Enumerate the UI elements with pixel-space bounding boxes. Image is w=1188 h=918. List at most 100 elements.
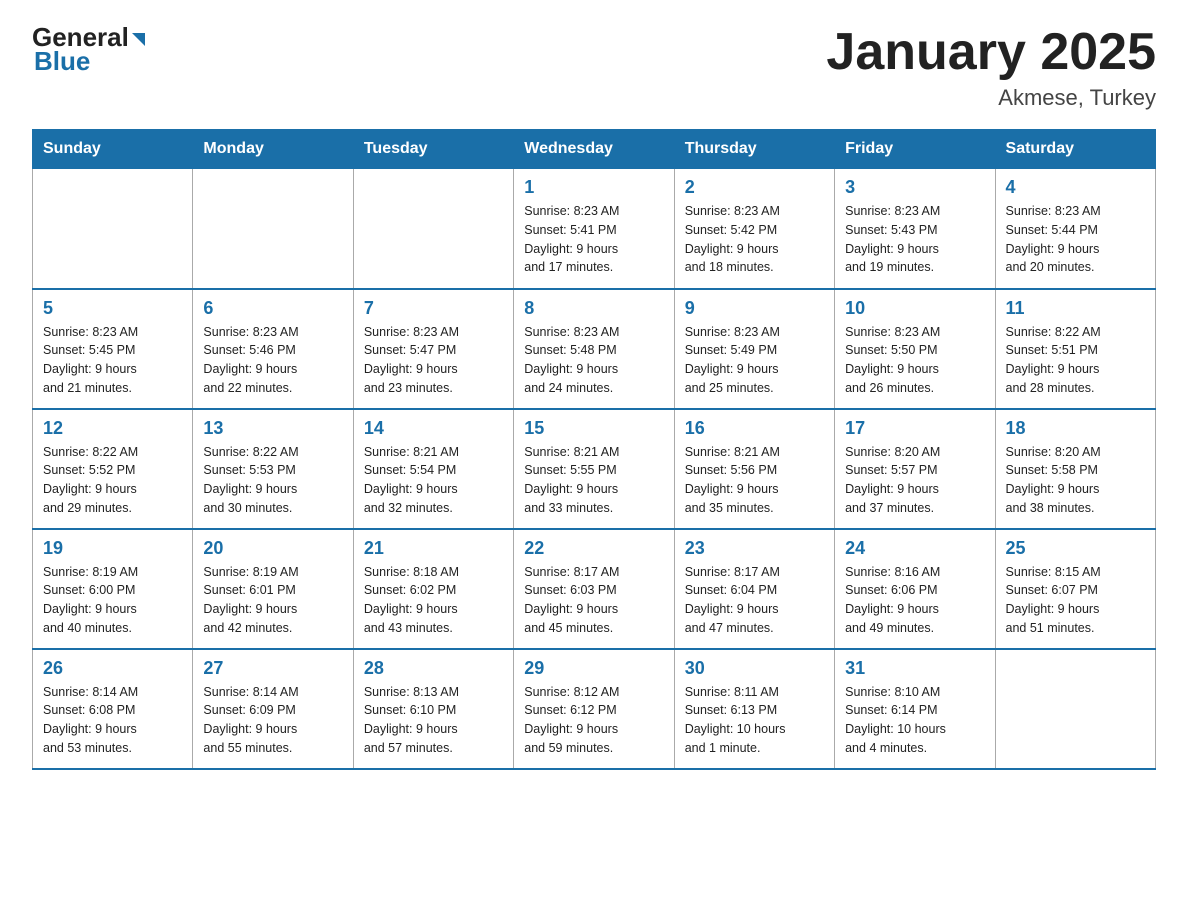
- day-info: Sunrise: 8:19 AMSunset: 6:00 PMDaylight:…: [43, 563, 184, 638]
- weekday-header-friday: Friday: [835, 130, 995, 169]
- logo-blue: Blue: [34, 46, 90, 77]
- logo-arrow-icon: [132, 33, 145, 46]
- calendar-cell: 20Sunrise: 8:19 AMSunset: 6:01 PMDayligh…: [193, 529, 353, 649]
- day-number: 18: [1006, 418, 1147, 439]
- day-number: 4: [1006, 177, 1147, 198]
- calendar-cell: 28 Sunrise: 8:13 AMSunset: 6:10 PMDayligh…: [353, 649, 513, 769]
- calendar-cell: 1 Sunrise: 8:23 AMSunset: 5:41 PMDaylight…: [514, 169, 674, 289]
- day-info: Sunrise: 8:21 AMSunset: 5:56 PMDaylight:…: [685, 443, 826, 518]
- calendar-cell: [995, 649, 1155, 769]
- page: General Blue January 2025 Akmese, Turkey…: [0, 0, 1188, 802]
- day-number: 6: [203, 298, 344, 319]
- calendar-cell: 3Sunrise: 8:23 AMSunset: 5:43 PMDaylight…: [835, 169, 995, 289]
- calendar-cell: 7Sunrise: 8:23 AMSunset: 5:47 PMDaylight…: [353, 289, 513, 409]
- day-number: 22: [524, 538, 665, 559]
- week-row-1: 1 Sunrise: 8:23 AMSunset: 5:41 PMDaylight…: [33, 169, 1156, 289]
- day-info: Sunrise: 8:12 AMSunset: 6:12 PMDaylight:…: [524, 683, 665, 758]
- calendar-cell: 30 Sunrise: 8:11 AMSunset: 6:13 PMDayligh…: [674, 649, 834, 769]
- day-number: 28: [364, 658, 505, 679]
- day-info: Sunrise: 8:23 AMSunset: 5:46 PMDaylight:…: [203, 323, 344, 398]
- day-info: Sunrise: 8:23 AMSunset: 5:44 PMDaylight:…: [1006, 202, 1147, 277]
- day-number: 14: [364, 418, 505, 439]
- day-number: 26: [43, 658, 184, 679]
- day-number: 19: [43, 538, 184, 559]
- day-number: 21: [364, 538, 505, 559]
- calendar-cell: 9Sunrise: 8:23 AMSunset: 5:49 PMDaylight…: [674, 289, 834, 409]
- weekday-header-wednesday: Wednesday: [514, 130, 674, 169]
- day-number: 24: [845, 538, 986, 559]
- calendar-cell: [193, 169, 353, 289]
- week-row-5: 26 Sunrise: 8:14 AMSunset: 6:08 PMDayligh…: [33, 649, 1156, 769]
- day-number: 23: [685, 538, 826, 559]
- week-row-2: 5Sunrise: 8:23 AMSunset: 5:45 PMDaylight…: [33, 289, 1156, 409]
- day-info: Sunrise: 8:17 AMSunset: 6:04 PMDaylight:…: [685, 563, 826, 638]
- weekday-header-thursday: Thursday: [674, 130, 834, 169]
- day-info: Sunrise: 8:22 AMSunset: 5:53 PMDaylight:…: [203, 443, 344, 518]
- day-number: 13: [203, 418, 344, 439]
- day-info: Sunrise: 8:19 AMSunset: 6:01 PMDaylight:…: [203, 563, 344, 638]
- calendar-cell: 11 Sunrise: 8:22 AMSunset: 5:51 PMDayligh…: [995, 289, 1155, 409]
- day-number: 11: [1006, 298, 1147, 319]
- logo: General Blue: [32, 24, 145, 77]
- calendar-cell: 6 Sunrise: 8:23 AMSunset: 5:46 PMDaylight…: [193, 289, 353, 409]
- day-info: Sunrise: 8:18 AMSunset: 6:02 PMDaylight:…: [364, 563, 505, 638]
- day-number: 30: [685, 658, 826, 679]
- day-info: Sunrise: 8:20 AMSunset: 5:57 PMDaylight:…: [845, 443, 986, 518]
- calendar-cell: 25 Sunrise: 8:15 AMSunset: 6:07 PMDayligh…: [995, 529, 1155, 649]
- day-number: 29: [524, 658, 665, 679]
- day-number: 31: [845, 658, 986, 679]
- day-info: Sunrise: 8:15 AMSunset: 6:07 PMDaylight:…: [1006, 563, 1147, 638]
- calendar-cell: 24Sunrise: 8:16 AMSunset: 6:06 PMDayligh…: [835, 529, 995, 649]
- calendar-cell: 8 Sunrise: 8:23 AMSunset: 5:48 PMDaylight…: [514, 289, 674, 409]
- weekday-header-sunday: Sunday: [33, 130, 193, 169]
- calendar-cell: 10 Sunrise: 8:23 AMSunset: 5:50 PMDayligh…: [835, 289, 995, 409]
- calendar-cell: 4 Sunrise: 8:23 AMSunset: 5:44 PMDaylight…: [995, 169, 1155, 289]
- calendar-cell: 17Sunrise: 8:20 AMSunset: 5:57 PMDayligh…: [835, 409, 995, 529]
- calendar-cell: 15Sunrise: 8:21 AMSunset: 5:55 PMDayligh…: [514, 409, 674, 529]
- day-info: Sunrise: 8:13 AMSunset: 6:10 PMDaylight:…: [364, 683, 505, 758]
- calendar-cell: [353, 169, 513, 289]
- day-info: Sunrise: 8:17 AMSunset: 6:03 PMDaylight:…: [524, 563, 665, 638]
- calendar-cell: 21 Sunrise: 8:18 AMSunset: 6:02 PMDayligh…: [353, 529, 513, 649]
- day-info: Sunrise: 8:21 AMSunset: 5:55 PMDaylight:…: [524, 443, 665, 518]
- title-block: January 2025 Akmese, Turkey: [826, 24, 1156, 111]
- calendar-cell: 23 Sunrise: 8:17 AMSunset: 6:04 PMDayligh…: [674, 529, 834, 649]
- day-info: Sunrise: 8:23 AMSunset: 5:41 PMDaylight:…: [524, 202, 665, 277]
- calendar-cell: 13 Sunrise: 8:22 AMSunset: 5:53 PMDayligh…: [193, 409, 353, 529]
- day-number: 2: [685, 177, 826, 198]
- day-info: Sunrise: 8:11 AMSunset: 6:13 PMDaylight:…: [685, 683, 826, 758]
- day-number: 25: [1006, 538, 1147, 559]
- week-row-4: 19 Sunrise: 8:19 AMSunset: 6:00 PMDayligh…: [33, 529, 1156, 649]
- calendar-cell: 12Sunrise: 8:22 AMSunset: 5:52 PMDayligh…: [33, 409, 193, 529]
- day-info: Sunrise: 8:22 AMSunset: 5:51 PMDaylight:…: [1006, 323, 1147, 398]
- weekday-header-saturday: Saturday: [995, 130, 1155, 169]
- day-info: Sunrise: 8:23 AMSunset: 5:49 PMDaylight:…: [685, 323, 826, 398]
- week-row-3: 12Sunrise: 8:22 AMSunset: 5:52 PMDayligh…: [33, 409, 1156, 529]
- day-info: Sunrise: 8:20 AMSunset: 5:58 PMDaylight:…: [1006, 443, 1147, 518]
- day-info: Sunrise: 8:23 AMSunset: 5:48 PMDaylight:…: [524, 323, 665, 398]
- calendar-cell: 14 Sunrise: 8:21 AMSunset: 5:54 PMDayligh…: [353, 409, 513, 529]
- day-info: Sunrise: 8:23 AMSunset: 5:50 PMDaylight:…: [845, 323, 986, 398]
- day-info: Sunrise: 8:10 AMSunset: 6:14 PMDaylight:…: [845, 683, 986, 758]
- calendar-title: January 2025: [826, 24, 1156, 81]
- calendar-cell: 26 Sunrise: 8:14 AMSunset: 6:08 PMDayligh…: [33, 649, 193, 769]
- calendar-cell: 16 Sunrise: 8:21 AMSunset: 5:56 PMDayligh…: [674, 409, 834, 529]
- calendar-cell: 19 Sunrise: 8:19 AMSunset: 6:00 PMDayligh…: [33, 529, 193, 649]
- day-number: 27: [203, 658, 344, 679]
- day-number: 8: [524, 298, 665, 319]
- calendar-cell: 18 Sunrise: 8:20 AMSunset: 5:58 PMDayligh…: [995, 409, 1155, 529]
- day-number: 3: [845, 177, 986, 198]
- day-number: 10: [845, 298, 986, 319]
- day-number: 1: [524, 177, 665, 198]
- calendar-cell: 31 Sunrise: 8:10 AMSunset: 6:14 PMDayligh…: [835, 649, 995, 769]
- calendar-cell: 29 Sunrise: 8:12 AMSunset: 6:12 PMDayligh…: [514, 649, 674, 769]
- calendar-table: SundayMondayTuesdayWednesdayThursdayFrid…: [32, 129, 1156, 770]
- day-info: Sunrise: 8:14 AMSunset: 6:08 PMDaylight:…: [43, 683, 184, 758]
- weekday-header-row: SundayMondayTuesdayWednesdayThursdayFrid…: [33, 130, 1156, 169]
- calendar-cell: 22 Sunrise: 8:17 AMSunset: 6:03 PMDayligh…: [514, 529, 674, 649]
- weekday-header-monday: Monday: [193, 130, 353, 169]
- day-info: Sunrise: 8:21 AMSunset: 5:54 PMDaylight:…: [364, 443, 505, 518]
- day-number: 16: [685, 418, 826, 439]
- weekday-header-tuesday: Tuesday: [353, 130, 513, 169]
- day-info: Sunrise: 8:23 AMSunset: 5:47 PMDaylight:…: [364, 323, 505, 398]
